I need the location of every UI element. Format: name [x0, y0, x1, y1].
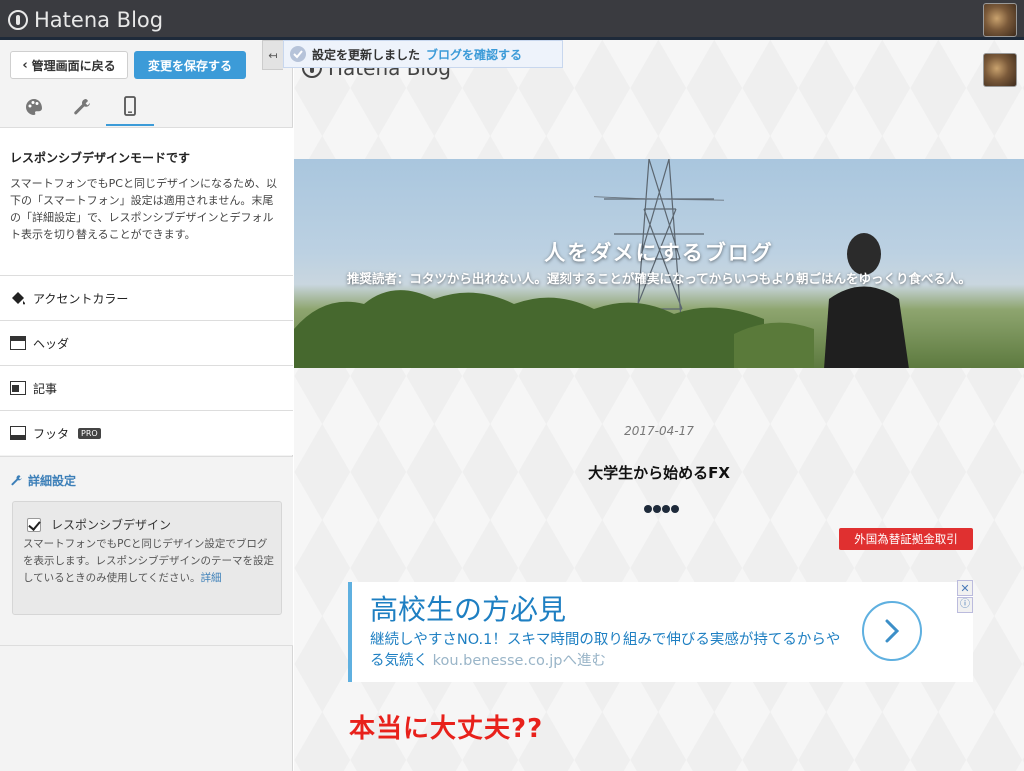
- responsive-mode-title: レスポンシブデザインモードです: [10, 151, 191, 165]
- toast-message: 設定を更新しました: [312, 47, 421, 62]
- divider: [0, 645, 293, 646]
- advanced-settings-title: 詳細設定: [28, 474, 77, 488]
- wrench-icon: [11, 475, 22, 486]
- article-tag-label[interactable]: 外国為替証拠金取引: [839, 528, 973, 550]
- back-to-admin-button[interactable]: ‹ 管理画面に戻る: [10, 51, 128, 79]
- tab-smartphone[interactable]: [106, 88, 154, 126]
- ad-headline[interactable]: 高校生の方必見: [370, 588, 566, 628]
- arrow-left-icon: ↤: [268, 48, 278, 62]
- back-button-label: 管理画面に戻る: [31, 58, 116, 73]
- palette-icon: [26, 99, 42, 115]
- chevron-right-icon: [885, 619, 900, 643]
- details-link[interactable]: 詳細: [201, 572, 222, 584]
- blog-preview: Hatena Blog 人をダメにするブログ 推奨読者：コタツから出れない人。遅…: [294, 40, 1024, 771]
- update-toast: 設定を更新しました ブログを確認する: [283, 40, 563, 68]
- pro-badge: PRO: [78, 427, 101, 439]
- save-button-label: 変更を保存する: [147, 58, 232, 73]
- responsive-design-checkbox-row[interactable]: レスポンシブデザイン: [27, 516, 171, 533]
- ad-info-icon[interactable]: ⓘ: [957, 597, 973, 613]
- advanced-settings-section: 詳細設定 レスポンシブデザイン スマートフォンでもPCと同じデザイン設定でブログ…: [0, 456, 293, 646]
- ad-url[interactable]: kou.benesse.co.jpへ進む: [433, 653, 606, 669]
- sidebar-collapse-handle[interactable]: ↤: [262, 40, 283, 70]
- dot: [644, 505, 652, 513]
- user-avatar[interactable]: [983, 3, 1017, 37]
- article-title[interactable]: 大学生から始めるFX: [294, 462, 1024, 483]
- menu-article[interactable]: 記事: [0, 365, 293, 410]
- tab-customize[interactable]: [58, 88, 106, 126]
- tab-design[interactable]: [10, 88, 58, 126]
- paint-bucket-icon: [12, 292, 25, 305]
- app-name: Hatena Blog: [34, 8, 164, 32]
- view-blog-link[interactable]: ブログを確認する: [426, 46, 522, 63]
- responsive-design-option: レスポンシブデザイン スマートフォンでもPCと同じデザイン設定でブログを表示しま…: [12, 501, 282, 615]
- menu-label: アクセントカラー: [33, 291, 129, 306]
- save-changes-button[interactable]: 変更を保存する: [134, 51, 246, 79]
- sidebar-tabs: [0, 88, 293, 126]
- responsive-design-desc-text: スマートフォンでもPCと同じデザイン設定でブログを表示します。レスポンシブデザイ…: [23, 538, 274, 584]
- responsive-design-label: レスポンシブデザイン: [51, 518, 172, 532]
- header-layout-icon: [10, 336, 26, 350]
- dot: [653, 505, 661, 513]
- menu-label: フッタ: [33, 426, 70, 441]
- responsive-design-checkbox[interactable]: [27, 517, 41, 532]
- menu-footer[interactable]: フッタ PRO: [0, 410, 293, 455]
- responsive-mode-panel: レスポンシブデザインモードです スマートフォンでもPCと同じデザインになるため、…: [0, 127, 293, 279]
- chevron-left-icon: ‹: [22, 57, 28, 73]
- blog-header-image: 人をダメにするブログ 推奨読者：コタツから出れない人。遅刻することが確実になって…: [294, 159, 1024, 368]
- top-bar: Hatena Blog: [0, 0, 1024, 40]
- advanced-settings-toggle[interactable]: 詳細設定: [10, 472, 76, 489]
- responsive-mode-description: スマートフォンでもPCと同じデザインになるため、以下の「スマートフォン」設定は適…: [10, 177, 277, 241]
- handwritten-annotation: 本当に大丈夫??: [349, 714, 544, 744]
- footer-layout-icon: [10, 426, 26, 440]
- ad-go-button[interactable]: [862, 601, 922, 661]
- dot: [671, 505, 679, 513]
- wrench-icon: [74, 98, 90, 115]
- smartphone-icon: [124, 96, 136, 116]
- responsive-design-description: スマートフォンでもPCと同じデザイン設定でブログを表示します。レスポンシブデザイ…: [23, 536, 277, 587]
- hatena-logo-icon: [8, 10, 28, 30]
- article-divider-dots: [644, 505, 679, 513]
- menu-label: 記事: [33, 381, 58, 396]
- ad-close-icon[interactable]: ✕: [957, 580, 973, 596]
- article-date[interactable]: 2017-04-17: [294, 424, 1024, 438]
- blog-description: 推奨読者：コタツから出れない人。遅刻することが確実になってからいつもより朝ごはん…: [346, 271, 972, 286]
- hatena-blog-logo[interactable]: Hatena Blog: [8, 8, 163, 32]
- dot: [662, 505, 670, 513]
- menu-accent-color[interactable]: アクセントカラー: [0, 275, 293, 320]
- menu-header[interactable]: ヘッダ: [0, 320, 293, 365]
- design-sidebar: ‹ 管理画面に戻る 変更を保存する レスポンシブデザインモードです スマートフォ…: [0, 40, 293, 771]
- menu-label: ヘッダ: [33, 336, 70, 351]
- check-icon: [290, 46, 306, 62]
- ad-banner[interactable]: 高校生の方必見 継続しやすさNO.1！スキマ時間の取り組みで伸びる実感が持てるか…: [348, 582, 973, 682]
- blog-title[interactable]: 人をダメにするブログ: [294, 237, 1024, 267]
- preview-avatar[interactable]: [983, 53, 1017, 87]
- article-layout-icon: [10, 381, 26, 395]
- ad-body: 継続しやすさNO.1！スキマ時間の取り組みで伸びる実感が持てるからやる気続く k…: [370, 630, 850, 672]
